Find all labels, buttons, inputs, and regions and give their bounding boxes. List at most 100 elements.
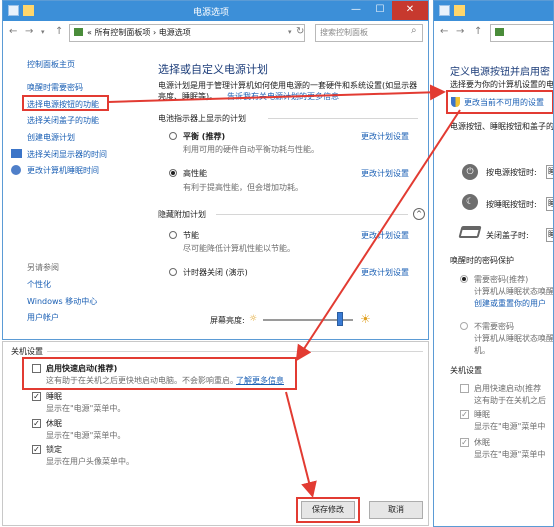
right-page-title: 定义电源按钮并启用密 xyxy=(450,67,550,78)
hibernate-desc: 显示在"电源"菜单中。 xyxy=(46,431,126,440)
sidebar-item-display-off[interactable]: 选择关闭显示器的时间 xyxy=(27,149,107,160)
close-button[interactable]: ✕ xyxy=(392,1,428,20)
right-back-arrow-icon[interactable]: ← xyxy=(440,26,448,37)
brightness-high-icon: ☀ xyxy=(360,312,371,326)
lid-row-label: 关闭盖子时: xyxy=(486,231,529,240)
highlight-fast-startup xyxy=(22,357,297,390)
password-none-label: 不需要密码 xyxy=(474,322,514,331)
lock-label: 锁定 xyxy=(46,445,62,454)
section-divider xyxy=(268,118,418,119)
plan-balanced-change-link[interactable]: 更改计划设置 xyxy=(361,131,409,142)
password-required-label: 需要密码(推荐) xyxy=(474,275,529,284)
plan-high-performance-name: 高性能 xyxy=(183,169,207,178)
sleep-button-select[interactable]: 睡 xyxy=(546,197,553,211)
shutdown-settings-window: 关机设置 启用快速启动(推荐) 这有助于在关机之后更快地启动电脑。不会影响重启。… xyxy=(2,341,429,526)
sidebar-item-lid[interactable]: 选择关闭盖子的功能 xyxy=(27,115,99,126)
lock-desc: 显示在用户头像菜单中。 xyxy=(46,457,134,466)
right-sleep-checkbox[interactable]: ✓ xyxy=(460,410,469,419)
cancel-button[interactable]: 取消 xyxy=(369,501,423,519)
window-title: 电源选项 xyxy=(193,8,230,18)
recent-chevron-icon[interactable]: ▾ xyxy=(41,28,45,36)
sleep-button-row-label: 按睡眠按钮时: xyxy=(486,200,537,209)
maximize-button[interactable]: ☐ xyxy=(368,1,392,20)
control-panel-icon xyxy=(74,28,83,36)
plan-power-saver-radio[interactable] xyxy=(169,231,177,239)
minimize-button[interactable]: — xyxy=(344,1,368,20)
sidebar-item-sleep-time[interactable]: 更改计算机睡眠时间 xyxy=(27,165,99,176)
right-fast-startup-checkbox[interactable] xyxy=(460,384,469,393)
up-arrow-icon[interactable]: ↑ xyxy=(55,26,63,37)
section-hidden-plans: 隐藏附加计划 xyxy=(158,210,206,219)
see-also-personalize[interactable]: 个性化 xyxy=(27,279,51,290)
right-hibernate-checkbox[interactable]: ✓ xyxy=(460,438,469,447)
plan-description-line1: 电源计划是用于管理计算机如何使用电源的一套硬件和系统设置(如显示器 xyxy=(158,81,418,90)
hibernate-checkbox[interactable]: ✓ xyxy=(32,419,41,428)
back-arrow-icon[interactable]: ← xyxy=(9,26,17,37)
highlight-change-unavailable-settings xyxy=(446,90,553,114)
search-icon: ⌕ xyxy=(411,25,417,36)
plan-balanced-radio[interactable] xyxy=(169,132,177,140)
password-none-desc2: 机。 xyxy=(474,346,490,355)
plan-timer-off-name: 计时器关闭 (演示) xyxy=(183,268,248,277)
sidebar-item-wake-password[interactable]: 唤醒时需要密码 xyxy=(27,82,83,93)
moon-icon xyxy=(11,165,21,175)
plan-info-link[interactable]: 告诉我有关电源计划的更多信息 xyxy=(227,91,339,102)
search-input[interactable]: 搜索控制面板 xyxy=(315,24,423,42)
system-settings-window: ← → ↑ 定义电源按钮并启用密 选择要为你的计算机设置的电源 更改当前不可用的… xyxy=(433,0,554,527)
password-required-radio[interactable] xyxy=(460,275,468,283)
right-fast-startup-label: 启用快速启动(推荐 xyxy=(474,384,542,393)
power-options-window: 电源选项 — ☐ ✕ ← → ▾ ↑ « 所有控制面板项 › 电源选项 ▾ ↻ … xyxy=(2,0,429,340)
laptop-lid-icon xyxy=(458,226,482,238)
refresh-icon[interactable]: ↻ xyxy=(296,26,304,37)
plan-high-performance-radio[interactable] xyxy=(169,169,177,177)
right-hibernate-label: 休眠 xyxy=(474,438,490,447)
password-protection-title: 唤醒时的密码保护 xyxy=(450,256,514,265)
right-address-bar[interactable] xyxy=(490,24,553,42)
page-title: 选择或自定义电源计划 xyxy=(158,63,268,76)
right-forward-arrow-icon[interactable]: → xyxy=(456,26,464,37)
right-control-panel-icon xyxy=(495,28,504,36)
lid-select[interactable]: 睡 xyxy=(546,228,553,242)
plan-description-line2: 亮度、睡眠等)。 xyxy=(158,92,218,101)
app-icon xyxy=(8,5,19,16)
password-none-desc1: 计算机从睡眠状态唤醒 xyxy=(474,334,554,343)
plan-power-saver-name: 节能 xyxy=(183,231,199,240)
sleep-checkbox[interactable]: ✓ xyxy=(32,392,41,401)
see-also-mobility-center[interactable]: Windows 移动中心 xyxy=(27,296,97,307)
address-bar[interactable]: « 所有控制面板项 › 电源选项 xyxy=(69,24,305,42)
power-button-select[interactable]: 睡 xyxy=(546,165,553,179)
password-none-radio[interactable] xyxy=(460,322,468,330)
right-up-arrow-icon[interactable]: ↑ xyxy=(474,26,482,37)
shutdown-settings-title: 关机设置 xyxy=(11,347,43,356)
address-dropdown-icon[interactable]: ▾ xyxy=(288,28,292,36)
plan-balanced-desc: 利用可用的硬件自动平衡功耗与性能。 xyxy=(183,145,319,154)
power-button-icon: ⏻ xyxy=(462,164,478,180)
sleep-label: 睡眠 xyxy=(46,392,62,401)
lock-checkbox[interactable]: ✓ xyxy=(32,445,41,454)
hibernate-label: 休眠 xyxy=(46,419,62,428)
create-password-link[interactable]: 创建或重置你的用户 xyxy=(474,298,546,309)
highlight-save-button xyxy=(296,497,360,523)
plan-timer-off-change-link[interactable]: 更改计划设置 xyxy=(361,267,409,278)
plan-high-performance-change-link[interactable]: 更改计划设置 xyxy=(361,168,409,179)
right-sleep-desc: 显示在"电源"菜单中 xyxy=(474,422,546,431)
right-sleep-label: 睡眠 xyxy=(474,410,490,419)
right-shutdown-title: 关机设置 xyxy=(450,366,482,375)
right-page-subtitle: 选择要为你的计算机设置的电源 xyxy=(450,80,554,89)
sidebar-item-create-plan[interactable]: 创建电源计划 xyxy=(27,132,75,143)
right-navigation-bar: ← → ↑ xyxy=(434,21,553,47)
right-quick-access-icon xyxy=(454,5,465,16)
navigation-bar: ← → ▾ ↑ « 所有控制面板项 › 电源选项 ▾ ↻ 搜索控制面板 ⌕ xyxy=(3,21,428,47)
password-required-desc1: 计算机从睡眠状态唤醒 xyxy=(474,287,554,296)
brightness-slider-thumb[interactable] xyxy=(337,312,343,326)
sleep-desc: 显示在"电源"菜单中。 xyxy=(46,404,126,413)
sidebar-home-link[interactable]: 控制面板主页 xyxy=(27,59,75,70)
highlight-power-button-link xyxy=(22,95,109,111)
plan-timer-off-radio[interactable] xyxy=(169,268,177,276)
forward-arrow-icon[interactable]: → xyxy=(25,26,33,37)
collapse-chevron-icon[interactable]: ^ xyxy=(413,208,425,220)
plan-high-performance-desc: 有利于提高性能，但会增加功耗。 xyxy=(183,183,303,192)
plan-power-saver-change-link[interactable]: 更改计划设置 xyxy=(361,230,409,241)
see-also-user-accounts[interactable]: 用户帐户 xyxy=(27,312,59,323)
shutdown-divider xyxy=(47,351,423,352)
